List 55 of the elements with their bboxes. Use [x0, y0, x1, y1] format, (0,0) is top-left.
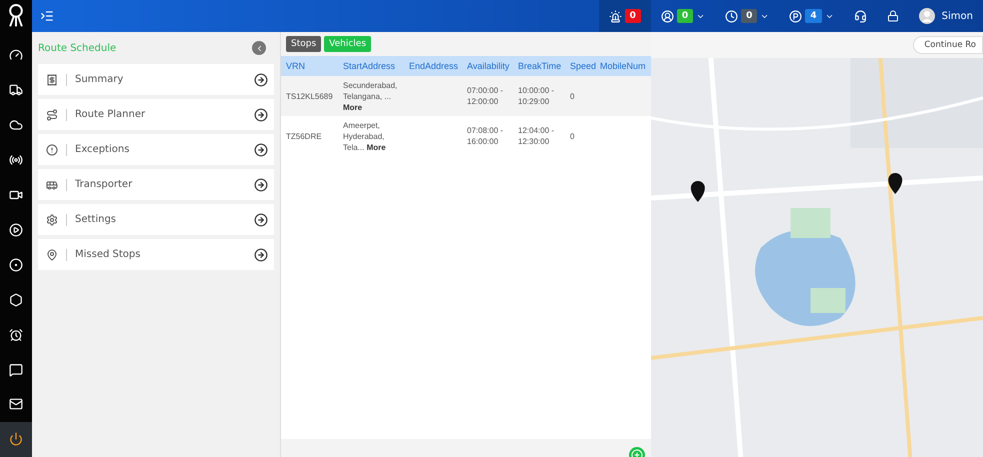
table-cell-text: TZ56DRE	[285, 130, 323, 142]
alert-icon[interactable]	[608, 10, 622, 22]
table-cell-text: 0	[569, 90, 576, 102]
table-cell-text: 10:00:00 - 10:29:00	[517, 85, 556, 108]
menu-card[interactable]: Transporter	[38, 169, 274, 200]
settings-icon	[46, 214, 58, 226]
menu-label: Route Planner	[75, 109, 146, 120]
menu-card[interactable]: Exceptions	[38, 134, 274, 165]
column-header[interactable]: Speed	[565, 56, 595, 76]
table-cell-text: 12:04:00 - 12:30:00	[517, 125, 556, 148]
panel-title: Route Schedule	[38, 42, 116, 54]
menu-label: Missed Stops	[75, 249, 142, 260]
tab[interactable]: Stops	[286, 36, 322, 52]
menu-label: Settings	[75, 214, 118, 225]
menu-card[interactable]: Route Planner	[38, 99, 274, 130]
column-header[interactable]: Availability	[462, 56, 513, 76]
count-badge: 4	[805, 9, 822, 23]
table-cell-text: 07:00:00 - 12:00:00	[466, 85, 504, 108]
menu-label: Exceptions	[75, 144, 130, 155]
route-icon	[46, 108, 58, 120]
menu-label: Summary	[75, 74, 124, 85]
count-badge: 0	[741, 9, 758, 23]
alert-icon	[46, 144, 58, 156]
more-link[interactable]: More	[343, 102, 362, 112]
column-header[interactable]: BreakTime	[513, 56, 565, 76]
headset-icon[interactable]	[854, 10, 867, 22]
more-link[interactable]: More	[366, 142, 386, 152]
menu-card[interactable]: Settings	[38, 204, 274, 235]
bus-icon	[46, 178, 58, 190]
clock-icon[interactable]	[725, 10, 738, 22]
table-cell-text: TS12KL5689	[285, 90, 334, 102]
table-cell-text: Ameerpet, Hyderabad, Tela... More	[342, 120, 387, 154]
table-cell-text: 07:08:00 - 16:00:00	[466, 125, 504, 148]
menu-label: Transporter	[75, 179, 134, 190]
column-header[interactable]: MobileNum	[595, 56, 651, 76]
table-cell-text: Secunderabad, Telangana, ... More	[342, 80, 398, 114]
menu-icon[interactable]	[40, 9, 54, 23]
count-badge: 0	[624, 9, 641, 23]
table-cell-text: 0	[569, 130, 576, 142]
continue-button[interactable]: Continue Ro	[913, 36, 983, 54]
avatar-icon[interactable]	[918, 8, 935, 24]
column-header[interactable]: StartAddress	[338, 56, 404, 76]
parking-icon[interactable]	[789, 10, 802, 22]
power-icon[interactable]	[0, 422, 32, 457]
count-badge: 0	[676, 9, 694, 23]
receipt-icon	[46, 74, 58, 86]
collapse-button[interactable]	[252, 41, 266, 55]
menu-card[interactable]: Summary	[38, 64, 274, 95]
lock-icon[interactable]	[886, 10, 899, 22]
table-row[interactable]: TS12KL5689 Secunderabad, Telangana, ... More 07:00:00 - 12:00:00 10:00:00 - 10:29:00 0	[281, 76, 651, 116]
menu-card[interactable]: Missed Stops	[38, 239, 274, 270]
column-header[interactable]: EndAddress	[404, 56, 462, 76]
user-name[interactable]: Simon	[942, 10, 973, 22]
pin-icon	[46, 248, 58, 260]
column-header[interactable]: VRN	[281, 56, 338, 76]
